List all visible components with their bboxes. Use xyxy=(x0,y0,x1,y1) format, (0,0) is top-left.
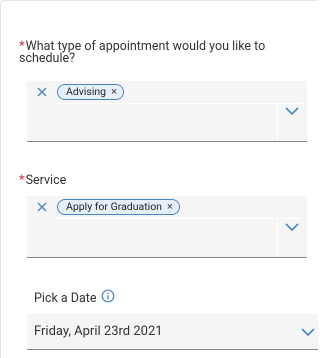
select-separator xyxy=(277,218,278,257)
close-icon[interactable] xyxy=(35,85,49,99)
select-inner-divider xyxy=(53,218,303,219)
chip-remove-icon[interactable]: × xyxy=(111,85,117,99)
chevron-down-icon[interactable] xyxy=(284,106,300,116)
info-icon[interactable] xyxy=(101,289,115,303)
service-label-text: Service xyxy=(25,173,67,188)
service-label: *Service xyxy=(19,173,67,188)
required-marker: * xyxy=(19,173,25,188)
appointment-form-panel: * What type of appointment would you like… xyxy=(0,0,318,358)
appointment-type-label-text: What type of appointment would you like … xyxy=(19,39,266,66)
service-select[interactable]: Apply for Graduation × xyxy=(27,196,307,258)
chip-remove-icon[interactable]: × xyxy=(167,200,173,214)
date-value: Friday, April 23rd 2021 xyxy=(34,324,163,339)
select-separator xyxy=(277,103,278,141)
chevron-down-icon[interactable] xyxy=(284,222,300,232)
appointment-type-select[interactable]: Advising × xyxy=(27,81,307,142)
close-icon[interactable] xyxy=(35,200,49,214)
service-chip-label: Apply for Graduation xyxy=(66,200,162,213)
select-inner-divider xyxy=(53,103,303,104)
date-select[interactable]: Friday, April 23rd 2021 xyxy=(27,314,318,350)
date-label: Pick a Date xyxy=(34,291,97,306)
service-chip[interactable]: Apply for Graduation × xyxy=(57,199,180,215)
appointment-type-chip[interactable]: Advising × xyxy=(57,84,124,100)
appointment-type-chip-label: Advising xyxy=(66,85,107,98)
chevron-down-icon[interactable] xyxy=(300,327,316,337)
appointment-type-label: *What type of appointment would you like… xyxy=(19,39,304,66)
